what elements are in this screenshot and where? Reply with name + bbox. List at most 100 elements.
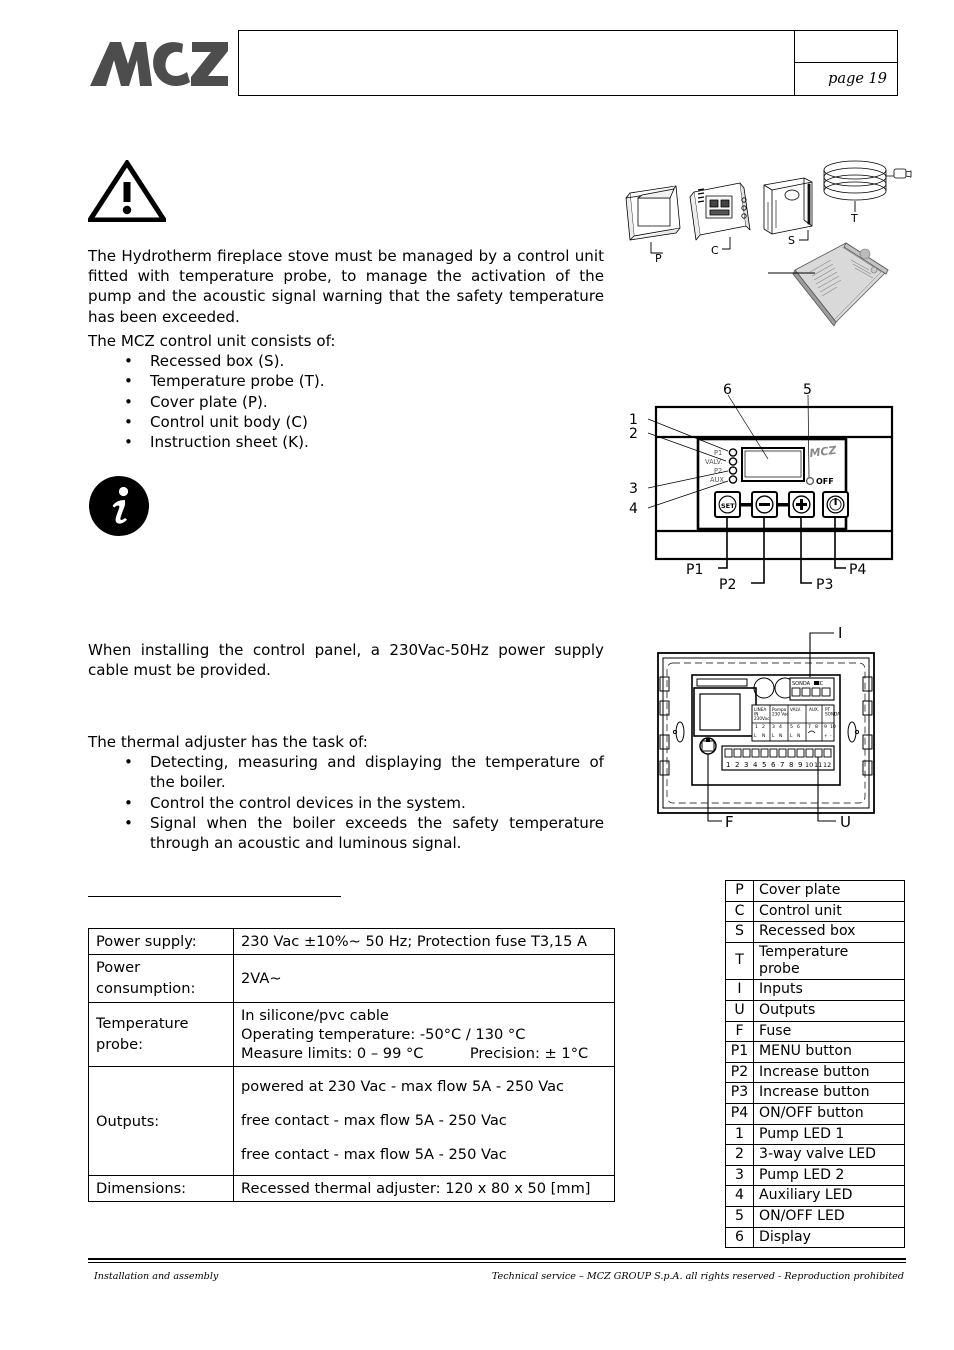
legend-label: ON/OFF button — [753, 1102, 905, 1125]
header-page-cell-top — [795, 31, 897, 63]
spec-value-line: In silicone/pvc cable — [241, 1007, 389, 1024]
callout-i: I — [838, 624, 842, 642]
legend-table: P Cover plate C Control unit S Recessed box… — [725, 880, 905, 1249]
terminal-legend-block: LINEAIN230Vac Pompa230 Vac VALV. AUX. PT… — [751, 704, 840, 742]
table-row: 1 Pump LED 1 — [725, 1123, 905, 1146]
legend-label: ON/OFF LED — [753, 1205, 905, 1228]
legend-label: Auxiliary LED — [753, 1185, 905, 1207]
list-item: Recessed box (S). — [88, 351, 604, 371]
spec-key: Outputs: — [88, 1066, 234, 1176]
legend-key: 6 — [725, 1226, 754, 1249]
spec-value: 2VA~ — [233, 954, 615, 1003]
increase-button[interactable] — [788, 491, 815, 518]
page-number: page 19 — [828, 71, 887, 87]
legend-label: Pump LED 1 — [753, 1123, 905, 1146]
led-label-valve: VALV. — [705, 458, 722, 466]
spec-value: In silicone/pvc cable Operating temperat… — [233, 1002, 615, 1067]
legend-label: Temperature probe — [753, 941, 905, 981]
legend-label: Cover plate — [753, 880, 905, 902]
recessed-box-part — [763, 177, 813, 235]
table-row: Power supply: 230 Vac ±10%~ 50 Hz; Prote… — [88, 928, 615, 955]
svg-text:2: 2 — [762, 724, 765, 730]
table-row: 3 Pump LED 2 — [725, 1164, 905, 1187]
onoff-text-label: OFF — [816, 477, 834, 486]
legend-label: Outputs — [753, 999, 905, 1022]
control-panel-front-diagram: P1 VALV. P2 AUX. MCZ OFF SET 1 2 3 4 6 5… — [620, 375, 912, 607]
legend-key: P — [725, 880, 754, 902]
terminal-number: 5 — [762, 761, 766, 769]
list-item: Temperature probe (T). — [88, 371, 604, 391]
intro-paragraph: The Hydrotherm fireplace stove must be m… — [88, 247, 604, 326]
callout-c: C — [711, 244, 719, 257]
table-row: Power consumption: 2VA~ — [88, 954, 615, 1003]
legend-key: 4 — [725, 1185, 754, 1207]
spec-value: powered at 230 Vac - max flow 5A - 250 V… — [233, 1066, 615, 1176]
warning-triangle-icon — [85, 158, 169, 223]
legend-label-line2: probe — [759, 961, 800, 978]
table-row: I Inputs — [725, 979, 905, 1001]
legend-key: U — [725, 999, 754, 1022]
callout-6: 6 — [723, 382, 732, 398]
page-footer: Installation and assembly Technical serv… — [88, 1258, 906, 1287]
spec-value-line: Operating temperature: -50°C / 130 °C — [241, 1026, 526, 1043]
table-row: 2 3-way valve LED — [725, 1144, 905, 1166]
table-row: P1 MENU button — [725, 1041, 905, 1063]
table-row: S Recessed box — [725, 921, 905, 943]
table-row: 4 Auxiliary LED — [725, 1185, 905, 1207]
legend-label: Display — [753, 1226, 905, 1249]
legend-key: 1 — [725, 1123, 754, 1146]
svg-text:3: 3 — [772, 724, 775, 730]
legend-key: 5 — [725, 1205, 754, 1228]
table-row: 5 ON/OFF LED — [725, 1205, 905, 1228]
page-header: page 19 — [88, 30, 898, 98]
information-icon — [89, 476, 149, 536]
table-row: Dimensions: Recessed thermal adjuster: 1… — [88, 1175, 615, 1202]
menu-button[interactable]: SET — [714, 491, 741, 518]
spec-key: Dimensions: — [88, 1175, 234, 1202]
header-box: page 19 — [238, 30, 898, 96]
legend-label: Fuse — [753, 1020, 905, 1043]
legend-key: P4 — [725, 1102, 754, 1125]
footer-rule-thin — [88, 1261, 906, 1263]
list-item: Control unit body (C) — [88, 412, 604, 432]
spec-value-line: free contact - max flow 5A - 250 Vac — [241, 1146, 507, 1163]
header-title-cell — [239, 31, 795, 95]
decrease-button[interactable] — [751, 491, 778, 518]
onoff-button[interactable] — [822, 491, 849, 518]
list-item: Instruction sheet (K). — [88, 432, 604, 452]
inputs-connector-block: SONDA NC — [789, 677, 835, 701]
legend-key: T — [725, 941, 754, 981]
svg-text:N: N — [762, 733, 765, 739]
recessed-unit-board-diagram: SONDA NC LINEA IN 230Vac Pompa 230 Vac VALV… — [640, 615, 912, 847]
table-row: T Temperature probe — [725, 941, 905, 981]
terminal-number: 1 — [726, 761, 730, 769]
legend-key: 2 — [725, 1144, 754, 1166]
spec-value-line: Measure limits: 0 – 99 °C Precision: ± 1… — [241, 1045, 589, 1062]
footer-rule-thick — [88, 1258, 906, 1260]
task-list: Detecting, measuring and displaying the … — [88, 752, 604, 853]
table-row: U Outputs — [725, 999, 905, 1022]
callout-f: F — [725, 813, 734, 831]
spec-value: 230 Vac ±10%~ 50 Hz; Protection fuse T3,… — [233, 928, 615, 955]
consists-list: Recessed box (S). Temperature probe (T).… — [88, 351, 604, 452]
terminal-number: 10 — [805, 761, 813, 769]
control-unit-part — [689, 182, 751, 241]
callout-p4: P4 — [849, 562, 866, 578]
legend-label: Control unit — [753, 900, 905, 923]
spec-key: Power supply: — [88, 928, 234, 955]
callout-p: P — [655, 252, 662, 265]
terminal-number: 2 — [735, 761, 739, 769]
mcz-logo — [88, 38, 230, 90]
table-row: 6 Display — [725, 1226, 905, 1249]
legend-key: F — [725, 1020, 754, 1043]
callout-3: 3 — [629, 481, 638, 497]
spec-key-line1: Temperature — [96, 1015, 189, 1032]
temperature-probe-part — [823, 160, 912, 201]
spec-key-line2: consumption: — [96, 979, 196, 997]
svg-text:SONDA: SONDA — [792, 681, 811, 687]
svg-text:4: 4 — [779, 724, 782, 730]
svg-text:230Vac: 230Vac — [754, 716, 770, 721]
terminal-number: 9 — [798, 761, 802, 769]
spec-key: Power consumption: — [88, 954, 234, 1003]
terminal-strip: 1 2 3 4 5 6 7 8 9 10 11 12 — [721, 745, 835, 771]
